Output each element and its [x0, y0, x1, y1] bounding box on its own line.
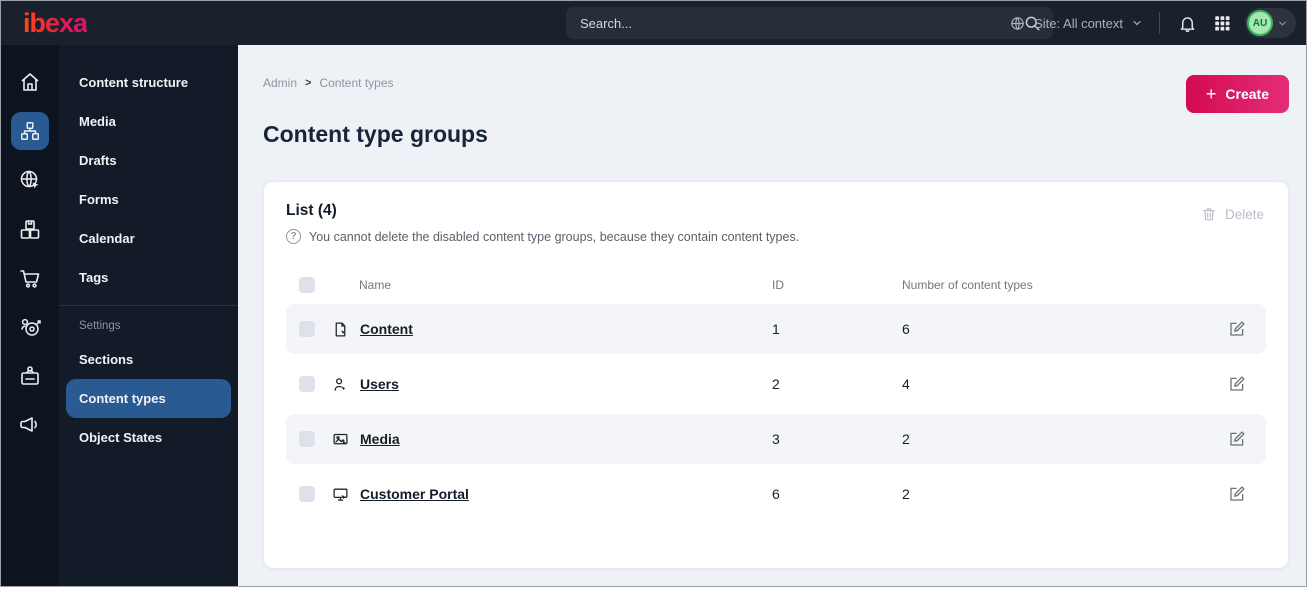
question-mark-icon: ?: [286, 229, 301, 244]
avatar: AU: [1247, 10, 1273, 36]
table-header: Name ID Number of content types: [286, 266, 1266, 304]
app-switcher-grid-icon[interactable]: [1211, 12, 1233, 34]
row-checkbox[interactable]: [299, 431, 315, 447]
create-button-label: Create: [1225, 86, 1269, 102]
group-count: 2: [902, 431, 910, 447]
trash-icon: [1201, 206, 1217, 222]
group-count: 6: [902, 321, 910, 337]
topbar-controls: Site: All context AU: [1009, 1, 1296, 45]
sidebar-item-media[interactable]: Media: [59, 102, 238, 141]
sidebar-item-drafts[interactable]: Drafts: [59, 141, 238, 180]
notifications-bell-icon[interactable]: [1176, 12, 1199, 35]
content-type-groups-card: List (4) ? You cannot delete the disable…: [263, 181, 1289, 569]
sidebar-item-calendar[interactable]: Calendar: [59, 219, 238, 258]
edit-icon[interactable]: [1226, 428, 1266, 450]
sidebar: Content structure Media Drafts Forms Cal…: [59, 45, 238, 586]
sidebar-item-label: Forms: [79, 192, 119, 207]
sidebar-item-label: Media: [79, 114, 116, 129]
group-link[interactable]: Customer Portal: [360, 486, 469, 502]
group-link[interactable]: Users: [360, 376, 399, 392]
rail-admin-badge-icon[interactable]: [11, 357, 49, 395]
help-row: ? You cannot delete the disabled content…: [286, 229, 1266, 244]
image-icon: [332, 431, 349, 448]
breadcrumb-separator: >: [305, 77, 312, 89]
sidebar-item-forms[interactable]: Forms: [59, 180, 238, 219]
rail-announcements-megaphone-icon[interactable]: [11, 406, 49, 444]
create-button[interactable]: + Create: [1185, 75, 1289, 113]
topbar-divider: [1159, 12, 1160, 34]
rail-product-catalog-icon[interactable]: [11, 210, 49, 248]
topbar: ibexa Site: All context: [1, 1, 1306, 45]
plus-icon: +: [1205, 84, 1217, 104]
column-header-count: Number of content types: [902, 278, 1033, 292]
sidebar-item-label: Content structure: [79, 75, 189, 90]
sidebar-item-label: Object States: [79, 430, 163, 445]
sidebar-item-object-states[interactable]: Object States: [59, 418, 238, 457]
search-input[interactable]: [566, 15, 1023, 31]
help-text: You cannot delete the disabled content t…: [309, 229, 800, 244]
edit-icon[interactable]: [1226, 483, 1266, 505]
rail-commerce-cart-icon[interactable]: [11, 259, 49, 297]
app-window: ibexa Site: All context: [0, 0, 1307, 587]
group-link[interactable]: Content: [360, 321, 413, 337]
sidebar-item-content-types[interactable]: Content types: [66, 379, 231, 418]
global-search[interactable]: [566, 7, 1053, 39]
group-id: 6: [772, 486, 780, 502]
page-title: Content type groups: [263, 121, 488, 147]
file-icon: [332, 321, 349, 338]
rail-home-icon[interactable]: [11, 63, 49, 101]
select-all-checkbox[interactable]: [299, 277, 315, 293]
sidebar-item-label: Sections: [79, 352, 134, 367]
site-context-label: Site: All context: [1034, 15, 1123, 31]
table-row: Media 3 2: [286, 414, 1266, 464]
icon-rail: [1, 45, 59, 586]
breadcrumb-admin[interactable]: Admin: [263, 76, 297, 90]
sidebar-item-sections[interactable]: Sections: [59, 340, 238, 379]
sidebar-item-label: Calendar: [79, 231, 135, 246]
delete-button-label: Delete: [1224, 206, 1264, 222]
main-content: Admin > Content types + Create Content t…: [238, 45, 1306, 586]
user-menu[interactable]: AU: [1245, 8, 1296, 38]
group-link[interactable]: Media: [360, 431, 400, 447]
rail-personalization-icon[interactable]: [11, 308, 49, 346]
row-checkbox[interactable]: [299, 321, 315, 337]
breadcrumb-current: Content types: [319, 76, 394, 90]
monitor-icon: [332, 486, 349, 503]
site-context-selector[interactable]: Site: All context: [1009, 15, 1143, 32]
sidebar-item-label: Content types: [79, 391, 166, 406]
content-type-groups-table: Name ID Number of content types Content: [286, 266, 1266, 519]
sidebar-item-content-structure[interactable]: Content structure: [59, 63, 238, 102]
user-icon: [332, 376, 349, 393]
sidebar-divider: [59, 305, 238, 306]
table-row: Users 2 4: [286, 359, 1266, 409]
row-checkbox[interactable]: [299, 376, 315, 392]
rail-content-icon[interactable]: [11, 112, 49, 150]
globe-icon: [1009, 15, 1026, 32]
edit-icon[interactable]: [1226, 318, 1266, 340]
edit-icon[interactable]: [1226, 373, 1266, 395]
group-id: 2: [772, 376, 780, 392]
delete-button[interactable]: Delete: [1201, 206, 1264, 222]
rail-site-icon[interactable]: [11, 161, 49, 199]
chevron-down-icon: [1277, 18, 1288, 29]
sidebar-item-label: Tags: [79, 270, 109, 285]
table-row: Customer Portal 6 2: [286, 469, 1266, 519]
group-id: 3: [772, 431, 780, 447]
column-header-name: Name: [359, 278, 392, 292]
table-row: Content 1 6: [286, 304, 1266, 354]
breadcrumb: Admin > Content types: [263, 76, 394, 90]
row-checkbox[interactable]: [299, 486, 315, 502]
ibexa-logo: ibexa: [23, 7, 88, 38]
sidebar-section-settings-label: Settings: [79, 320, 121, 332]
group-count: 2: [902, 486, 910, 502]
sidebar-item-label: Drafts: [79, 153, 117, 168]
sidebar-item-tags[interactable]: Tags: [59, 258, 238, 297]
list-title: List (4): [286, 202, 337, 219]
column-header-id: ID: [772, 278, 784, 292]
group-id: 1: [772, 321, 780, 337]
chevron-down-icon: [1131, 17, 1143, 29]
group-count: 4: [902, 376, 910, 392]
